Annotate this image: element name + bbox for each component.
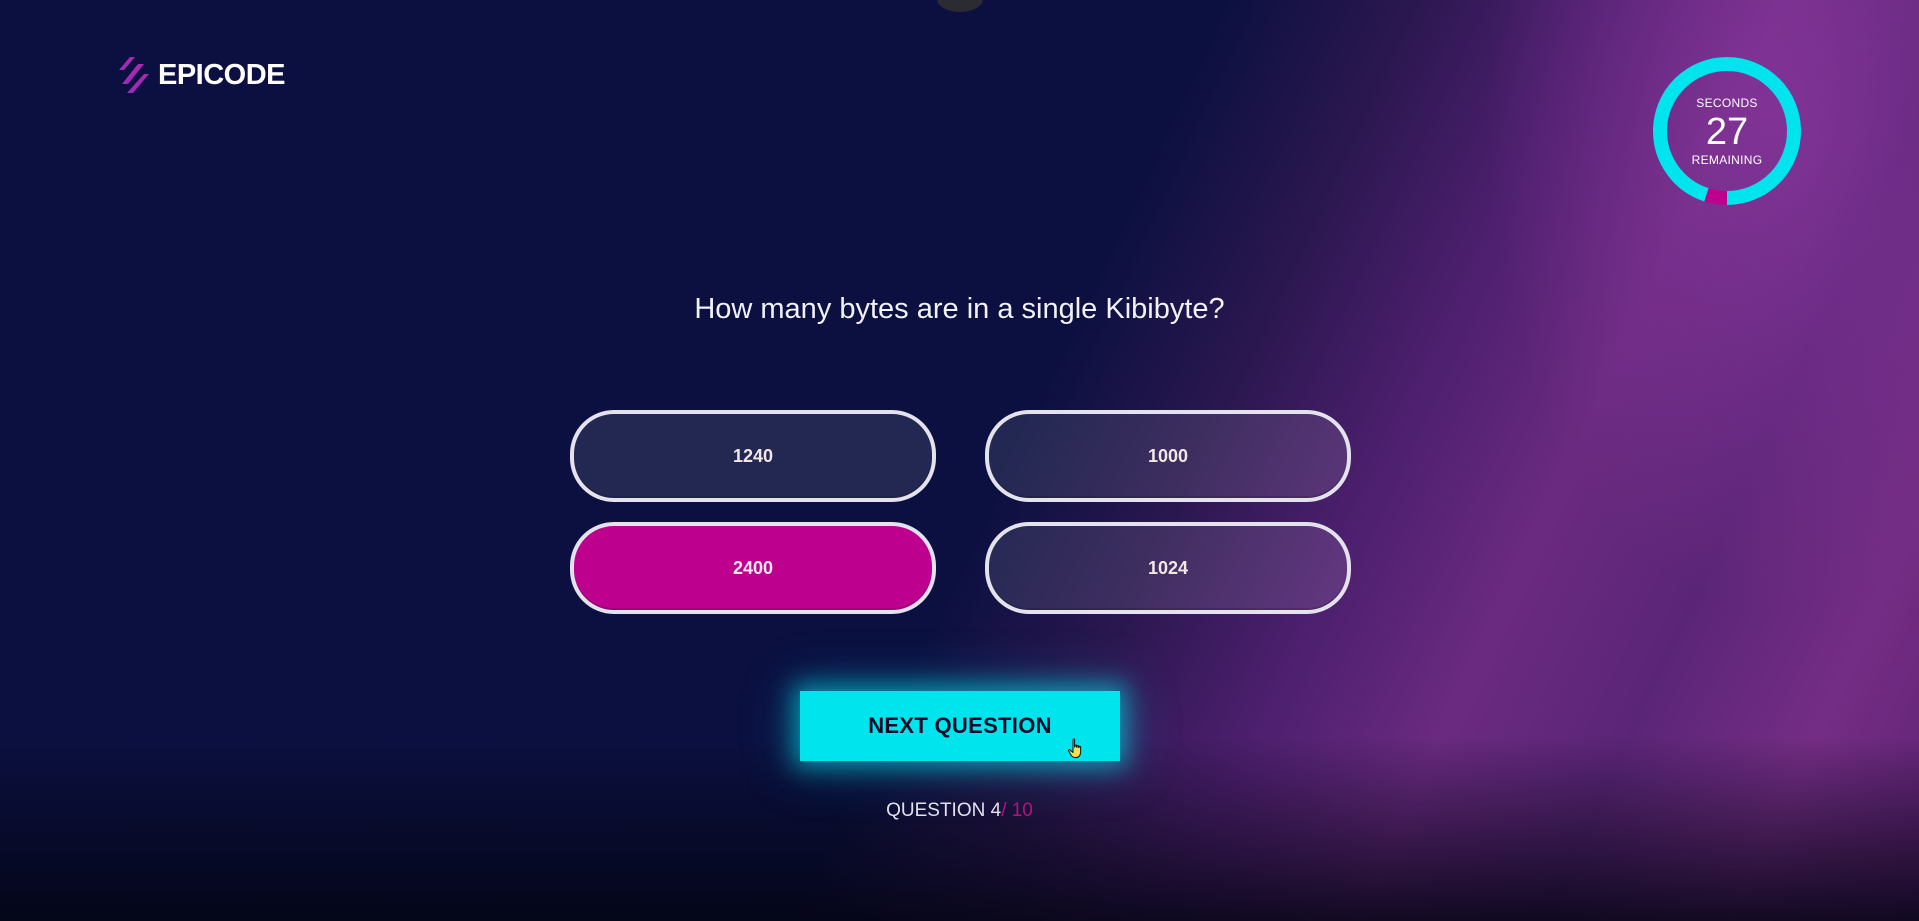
answer-option-4[interactable]: 1024 xyxy=(985,522,1351,614)
answer-option-2[interactable]: 1000 xyxy=(985,410,1351,502)
countdown-timer: SECONDS 27 REMAINING xyxy=(1652,56,1802,206)
epicode-logo: EPICODE xyxy=(116,55,286,95)
epicode-logo-icon xyxy=(119,57,149,93)
answer-label: 2400 xyxy=(732,557,774,578)
answer-label: 1024 xyxy=(1147,557,1189,578)
answer-label: 1240 xyxy=(732,445,774,466)
top-notch xyxy=(937,0,983,12)
answer-option-1[interactable]: 1240 xyxy=(570,410,936,502)
timer-top-label: SECONDS xyxy=(1696,95,1758,110)
timer-value: 27 xyxy=(1705,110,1749,153)
logo-text: EPICODE xyxy=(158,58,286,91)
timer-bottom-label: REMAINING xyxy=(1691,152,1763,167)
answer-option-3[interactable]: 2400 xyxy=(570,522,936,614)
question-counter: QUESTION 4/ 10 xyxy=(0,800,1919,822)
question-counter-total: / 10 xyxy=(1001,800,1033,821)
question-counter-current: QUESTION 4 xyxy=(886,800,1002,821)
answer-label: 1000 xyxy=(1147,445,1189,466)
pointer-hand-icon xyxy=(1067,738,1082,759)
question-text: How many bytes are in a single Kibibyte? xyxy=(694,293,1225,325)
